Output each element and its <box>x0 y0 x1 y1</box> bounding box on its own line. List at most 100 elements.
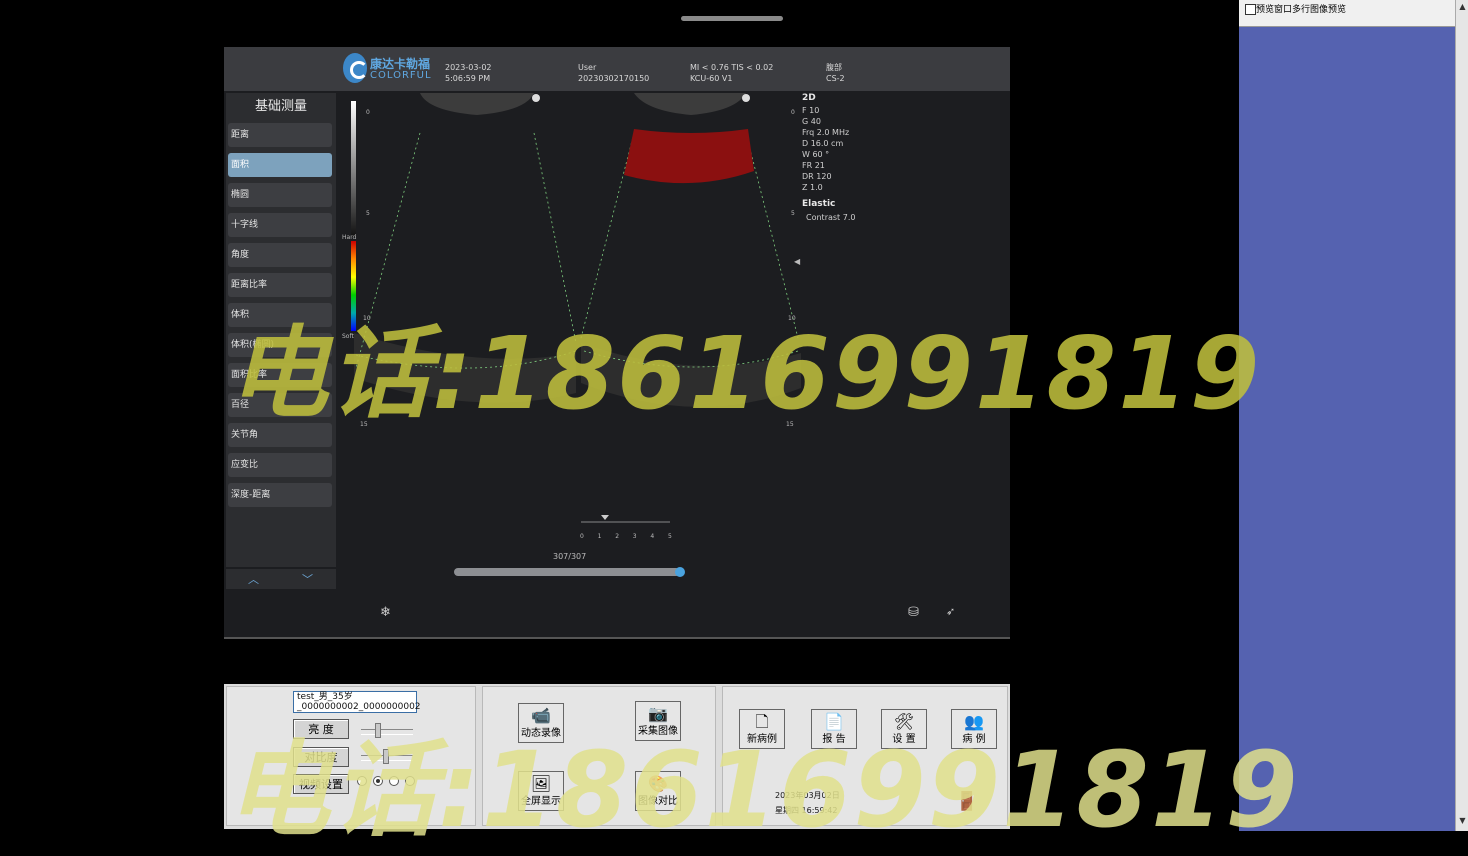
menu-item-7[interactable]: 体积(椭圆) <box>228 333 332 357</box>
multi-row-preview-label: 预览窗口多行图像预览 <box>1256 5 1347 15</box>
probe-name: KCU-60 V1 <box>690 74 733 83</box>
cases-label: 病 例 <box>962 734 986 745</box>
video-settings-button[interactable]: 视频设置 <box>293 774 349 794</box>
capture-image-button[interactable]: 📷 采集图像 <box>635 701 681 741</box>
exam-time: 5:06:59 PM <box>445 74 491 83</box>
grayscale-bar <box>351 101 356 237</box>
timeline-tick-3: 3 <box>632 533 637 540</box>
fullscreen-button[interactable]: 🖼 全屏显示 <box>518 771 564 811</box>
preview-options-bar: 预览窗口多行图像预览 <box>1239 0 1455 27</box>
brightness-slider-knob[interactable] <box>375 723 382 738</box>
right-depth-10: 10 <box>788 315 796 322</box>
menu-item-11[interactable]: 应变比 <box>228 453 332 477</box>
contrast-button[interactable]: 对比度 <box>293 747 349 767</box>
image-compare-button[interactable]: 🎨 图像对比 <box>635 771 681 811</box>
vertical-scrollbar[interactable]: ▲ ▼ <box>1455 0 1468 831</box>
preset-name: CS-2 <box>826 74 845 83</box>
left-sector-top <box>420 93 534 115</box>
left-depth-15: 15 <box>360 421 368 428</box>
menu-item-9[interactable]: 百径 <box>228 393 332 417</box>
report-icon: 📄 <box>824 712 844 731</box>
preview-panel: 预览窗口多行图像预览 <box>1239 0 1455 831</box>
fullscreen-icon: 🖼 <box>530 774 552 793</box>
control-panel: test_男_35岁 _0000000002_0000000002 亮 度 对比… <box>224 684 1010 829</box>
report-button[interactable]: 📄 报 告 <box>811 709 857 749</box>
exam-date: 2023-03-02 <box>445 63 492 72</box>
timeline-ruler[interactable] <box>580 515 670 535</box>
current-date: 2023年03月02日 <box>775 791 840 800</box>
record-video-label: 动态录像 <box>521 728 561 739</box>
menu-item-5[interactable]: 距离比率 <box>228 273 332 297</box>
elasticity-color-bar <box>351 241 356 331</box>
video-mode-radio-1[interactable] <box>357 776 367 786</box>
right-depth-5: 5 <box>791 210 795 217</box>
menu-item-4[interactable]: 角度 <box>228 243 332 267</box>
timeline-tick-5: 5 <box>668 533 672 540</box>
left-depth-10: 10 <box>363 315 371 322</box>
menu-item-3[interactable]: 十字线 <box>228 213 332 237</box>
timeline-tick-1: 1 <box>597 533 602 540</box>
capture-image-label: 采集图像 <box>638 726 678 737</box>
settings-tools-icon: 🛠 <box>893 712 915 731</box>
left-orientation-marker <box>532 94 540 102</box>
menu-item-2[interactable]: 椭圆 <box>228 183 332 207</box>
scroll-up-icon[interactable]: ▲ <box>1456 0 1468 13</box>
menu-item-12[interactable]: 深度-距离 <box>228 483 332 507</box>
hard-label: Hard <box>342 234 357 241</box>
chevron-up-icon[interactable]: ︿ <box>248 571 259 587</box>
menu-title: 基础测量 <box>254 99 307 114</box>
ultrasound-image[interactable] <box>336 93 816 513</box>
menu-item-10[interactable]: 关节角 <box>228 423 332 447</box>
contrast-slider-knob[interactable] <box>382 749 389 764</box>
timeline-tick-2: 2 <box>615 533 620 540</box>
menu-item-8[interactable]: 面积比率 <box>228 363 332 387</box>
cine-frame-count: 307/307 <box>553 552 587 561</box>
video-mode-radio-4[interactable] <box>405 776 415 786</box>
people-icon: 👥 <box>964 712 984 731</box>
brightness-slider[interactable] <box>361 723 413 738</box>
right-depth-15: 15 <box>786 421 794 428</box>
video-mode-radio-3[interactable] <box>389 776 399 786</box>
right-orientation-marker <box>742 94 750 102</box>
multi-row-preview-checkbox[interactable] <box>1245 4 1256 15</box>
menu-item-1[interactable]: 面积 <box>228 153 332 177</box>
patient-info[interactable]: test_男_35岁 _0000000002_0000000002 <box>293 691 421 713</box>
timeline-tick-4: 4 <box>650 533 655 540</box>
chevron-down-icon[interactable]: ﹀ <box>302 571 313 587</box>
measurement-menu: 基础测量 距离面积椭圆十字线角度距离比率体积体积(椭圆) 面积比率百径关节角应变比… <box>226 93 336 567</box>
camera-icon: 📷 <box>648 704 668 723</box>
exit-door-icon[interactable]: 🚪 <box>955 790 979 814</box>
video-mode-radio-2[interactable] <box>373 776 383 786</box>
left-depth-0: 0 <box>366 109 370 116</box>
record-video-button[interactable]: 📹 动态录像 <box>518 703 564 743</box>
menu-item-0[interactable]: 距离 <box>228 123 332 147</box>
cine-slider-track[interactable] <box>454 568 680 576</box>
storage-database-icon[interactable]: ⛁ <box>908 605 919 620</box>
settings-button[interactable]: 🛠 设 置 <box>881 709 927 749</box>
left-roi-lines <box>355 132 577 369</box>
image-mode: 2D <box>802 93 816 103</box>
scroll-down-icon[interactable]: ▼ <box>1456 814 1468 827</box>
freeze-snowflake-icon[interactable]: ❄ <box>380 605 391 620</box>
user-name: User <box>578 63 597 72</box>
new-case-button[interactable]: 🗋 新病例 <box>739 709 785 749</box>
left-sector-bottom <box>354 333 576 403</box>
pointer-cursor-icon[interactable]: ➶ <box>946 605 955 618</box>
new-case-label: 新病例 <box>747 734 777 745</box>
elastic-mode-title: Elastic <box>802 199 836 209</box>
capture-group: 📹 动态录像 📷 采集图像 🖼 全屏显示 🎨 图像对比 <box>482 686 716 826</box>
menu-pager: ︿ ﹀ <box>226 569 336 589</box>
left-depth-5: 5 <box>366 210 370 217</box>
right-sector-top <box>634 93 746 115</box>
new-document-icon: 🗋 <box>755 712 769 731</box>
contrast-slider[interactable] <box>361 749 413 764</box>
brightness-button[interactable]: 亮 度 <box>293 719 349 739</box>
elastic-contrast: Contrast 7.0 <box>806 213 856 222</box>
window-drag-handle[interactable] <box>681 16 783 21</box>
focus-marker-icon: ◀ <box>794 257 801 266</box>
menu-item-6[interactable]: 体积 <box>228 303 332 327</box>
video-camera-icon: 📹 <box>531 706 551 725</box>
brand-name-en: COLORFUL <box>370 70 432 81</box>
cases-button[interactable]: 👥 病 例 <box>951 709 997 749</box>
cine-slider-knob[interactable] <box>675 567 685 577</box>
